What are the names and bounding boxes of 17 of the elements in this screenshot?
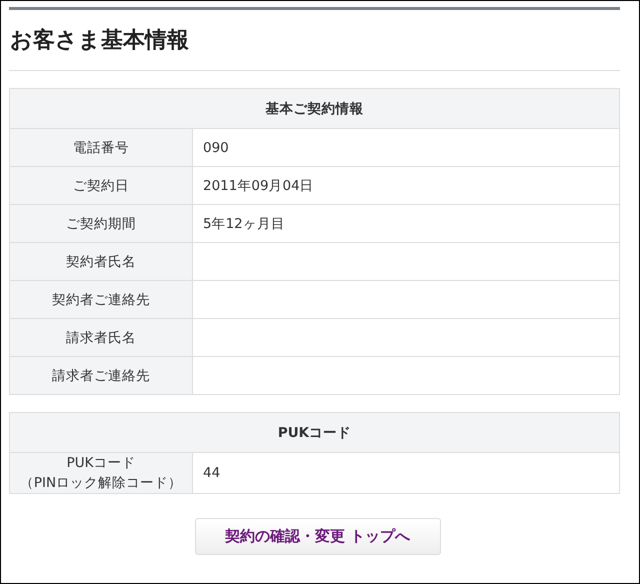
row-value: 090 [192,128,620,166]
contract-top-button[interactable]: 契約の確認・変更 トップへ [194,518,440,555]
page-title: お客さま基本情報 [10,26,190,55]
table-heading: 基本ご契約情報 [10,88,620,128]
row-value: 2011年09月04日 [192,166,620,204]
row-label: 請求者ご連絡先 [10,356,192,394]
row-label: 電話番号 [10,128,192,166]
row-label: ご契約期間 [10,204,192,242]
row-value: 5年12ヶ月目 [192,204,620,242]
row-label: 契約者氏名 [10,242,192,280]
row-label: ご契約日 [10,166,192,204]
row-value: 44 [192,452,620,494]
row-label: 請求者氏名 [10,318,192,356]
row-label: PUKコード [66,454,136,473]
table-heading: PUKコード [10,412,620,452]
row-label-note: （PINロック解除コード） [20,474,182,493]
row-label: 契約者ご連絡先 [10,280,192,318]
